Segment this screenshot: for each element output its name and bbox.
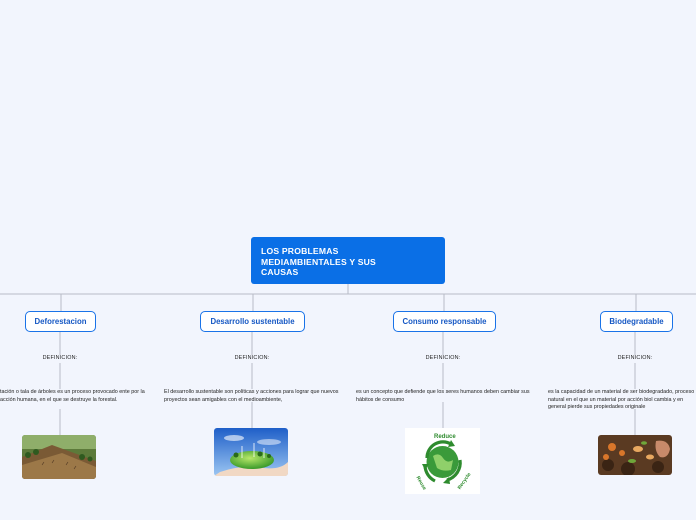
definicion-heading-biodegradable: DEFINICION:: [617, 355, 653, 361]
topic-consumo-responsable-label: Consumo responsable: [402, 317, 487, 326]
topic-deforestacion[interactable]: Deforestacion: [25, 311, 96, 332]
definicion-text-biodegradable: es la capacidad de un material de ser bi…: [548, 389, 695, 411]
central-topic-line-1: LOS PROBLEMAS: [261, 246, 339, 256]
definicion-text-desarrollo-sustentable: El desarrollo sustentable son políticas …: [164, 389, 339, 403]
topic-biodegradable[interactable]: Biodegradable: [600, 311, 673, 332]
central-topic-line-2: MEDIAMBIENTALES Y SUS: [261, 256, 376, 267]
definicion-heading-deforestacion: DEFINICION:: [42, 355, 78, 361]
green-globe-in-hand-image: [214, 428, 288, 476]
central-topic-line-3: CAUSAS: [261, 267, 299, 278]
topic-consumo-responsable[interactable]: Consumo responsable: [393, 311, 496, 332]
definicion-text-consumo-responsable: es un concepto que defiende que los sere…: [356, 389, 530, 403]
compost-soil-image: [598, 435, 672, 475]
deforested-hillside-image: [22, 435, 96, 479]
definicion-heading-desarrollo-sustentable: DEFINICION:: [234, 355, 270, 361]
topic-deforestacion-label: Deforestacion: [34, 317, 87, 326]
reduce-word: Reduce: [434, 434, 456, 440]
definicion-text-deforestacion: tación o tala de árboles es un proceso p…: [0, 389, 145, 403]
topic-desarrollo-sustentable-label: Desarrollo sustentable: [210, 317, 295, 326]
central-topic[interactable]: LOS PROBLEMAS MEDIAMBIENTALES Y SUS CAUS…: [251, 237, 445, 284]
topic-biodegradable-label: Biodegradable: [609, 317, 664, 326]
definicion-heading-consumo-responsable: DEFINICION:: [425, 355, 461, 361]
recycle-earth-logo-image: Reduce Reuse Recycle: [405, 428, 480, 494]
topic-desarrollo-sustentable[interactable]: Desarrollo sustentable: [200, 311, 305, 332]
